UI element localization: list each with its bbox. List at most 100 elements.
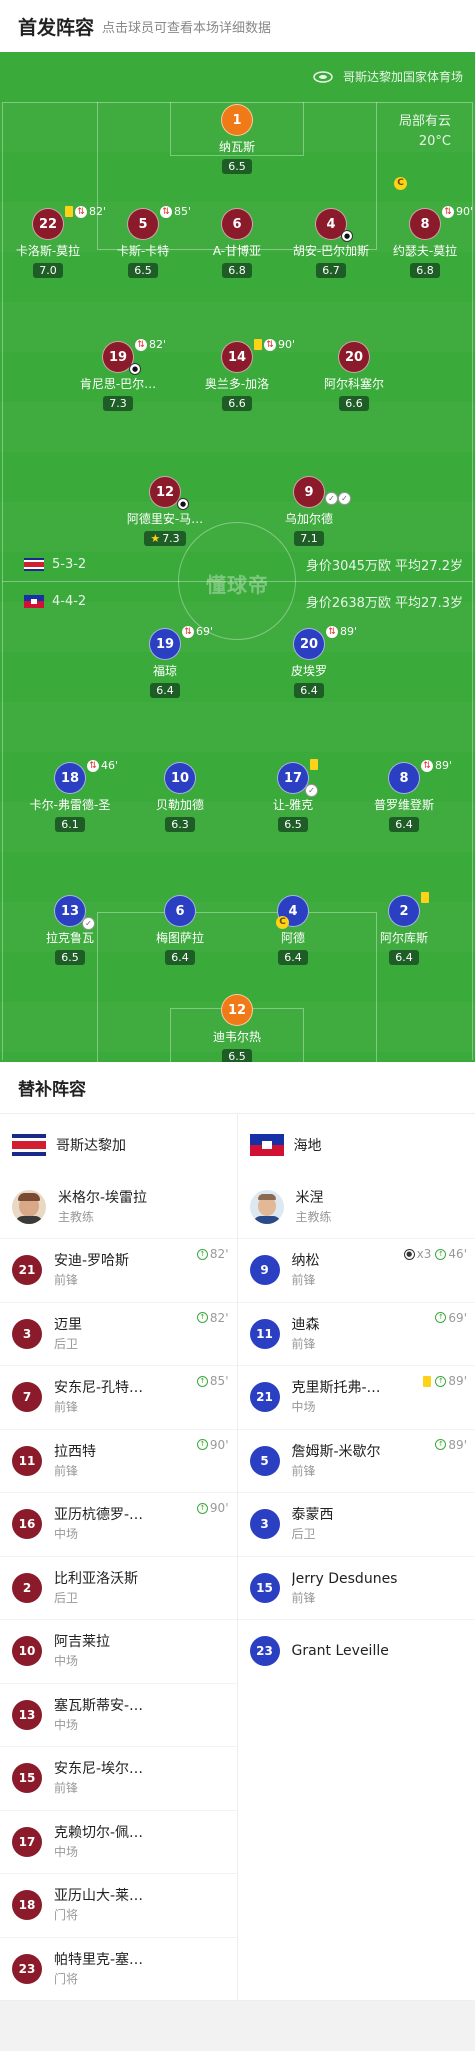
sub-player-row[interactable]: 13 塞瓦斯蒂安-… 中场 <box>0 1682 237 1747</box>
player-position: 前锋 <box>291 1273 316 1288</box>
coach-avatar <box>249 1190 284 1224</box>
haiti-flag-icon <box>249 1134 284 1156</box>
sub-in-icon: ↑ <box>435 1375 447 1387</box>
sub-player-row[interactable]: 7 安东尼-孔特… 前锋 ↑ 85' <box>0 1365 237 1429</box>
player-name: 安迪-罗哈斯 <box>54 1253 130 1270</box>
player-away-10[interactable]: 10 贝勒加德 6.3 <box>125 762 235 832</box>
player-position: 门将 <box>54 1908 79 1923</box>
player-rating: 6.5 <box>55 950 85 965</box>
sub-player-row[interactable]: 18 亚历山大-莱… 门将 <box>0 1873 237 1937</box>
sub-player-row[interactable]: 15 安东尼-埃尔… 前锋 <box>0 1746 237 1810</box>
coach-row[interactable]: 米涅 主教练 <box>238 1176 475 1238</box>
player-away-gk[interactable]: 12 迪韦尔热 6.5 <box>182 994 292 1062</box>
sub-player-row[interactable]: 3 迈里 后卫 ↑ 82' <box>0 1301 237 1366</box>
player-rating: ★ 7.3 <box>144 531 186 546</box>
sub-player-row[interactable]: 5 詹姆斯-米歇尔 前锋 ↑ 89' <box>237 1428 475 1493</box>
player-rating: 6.5 <box>222 1049 252 1062</box>
subs-title: 替补阵容 <box>0 1062 475 1114</box>
player-number: 2 <box>12 1572 42 1603</box>
coach-name: 米格尔-埃雷拉 <box>58 1190 148 1206</box>
substitution-icon: ⇅ <box>75 205 87 218</box>
sub-player-row[interactable]: 15 Jerry Desdunes 前锋 <box>237 1555 475 1620</box>
sub-event: ↑ 85' <box>196 1374 229 1388</box>
player-rating: 6.6 <box>339 396 369 411</box>
sub-player-row[interactable]: 11 拉西特 前锋 ↑ 90' <box>0 1428 237 1493</box>
substitution-icon: ⇅ <box>264 338 276 351</box>
player-number: 6 <box>221 208 253 240</box>
player-number: 11 <box>249 1318 280 1349</box>
sub-player-row[interactable]: 10 阿吉莱拉 中场 <box>0 1619 237 1683</box>
player-rating: 7.1 <box>294 531 324 546</box>
player-number: 9 <box>293 476 325 508</box>
player-name: 阿德 <box>280 931 305 945</box>
away-team-row: 4-4-2 身价2638万欧 平均27.3岁 <box>24 591 463 611</box>
player-name: 乌加尔德 <box>284 512 333 526</box>
player-number: 16 <box>12 1509 42 1540</box>
player-home-19[interactable]: 19 ⇅ 82' ● 肯尼思-巴尔… 7.3 <box>63 338 173 411</box>
star-icon: ★ <box>150 532 161 545</box>
yellow-card-icon <box>310 759 318 770</box>
player-away-4[interactable]: 4 C 阿德 6.4 <box>238 895 348 965</box>
player-name: 皮埃罗 <box>290 664 327 678</box>
sub-event: ↑ 89' <box>423 1374 467 1388</box>
player-events: ⇅ 69' <box>182 625 213 638</box>
player-events: ⇅ 90' <box>254 338 295 351</box>
player-away-2[interactable]: 2 阿尔库斯 6.4 <box>349 892 459 965</box>
player-position: 中场 <box>291 1400 316 1415</box>
player-number: 20 <box>293 628 325 660</box>
stadium-icon <box>313 70 333 83</box>
player-home-9[interactable]: 9 ✓ ✓ 乌加尔德 7.1 <box>254 476 364 546</box>
player-number: 10 <box>164 762 196 794</box>
substitution-icon: ⇅ <box>326 625 338 638</box>
player-away-8[interactable]: 8 ⇅ 89' 普罗维登斯 6.4 <box>349 759 459 832</box>
player-away-13[interactable]: 13 ✓ 拉克鲁瓦 6.5 <box>15 895 125 965</box>
player-away-19[interactable]: 19 ⇅ 69' 福琼 6.4 <box>110 625 220 698</box>
substitution-icon: ⇅ <box>135 338 147 351</box>
player-rating: 7.0 <box>33 263 63 278</box>
sub-player-row[interactable]: 3 泰蒙西 后卫 <box>237 1492 475 1556</box>
player-number: 6 <box>164 895 196 927</box>
player-name: 贝勒加德 <box>155 798 204 812</box>
yellow-card-icon <box>65 206 73 217</box>
sub-player-row[interactable]: 23 Grant Leveille <box>237 1619 475 1683</box>
sub-player-row[interactable]: 11 迪森 前锋 ↑ 69' <box>237 1301 475 1366</box>
player-home-12[interactable]: 12 ● 阿德里安-马… ★ 7.3 <box>110 476 220 546</box>
subs-panel: 哥斯达黎加 米格尔-埃雷拉 主教练 21 安迪-罗哈斯 前锋 ↑ 82' 3 迈里 后卫 ↑ 82… <box>0 1114 475 2001</box>
sub-player-row[interactable]: 2 比利亚洛沃斯 后卫 <box>0 1555 237 1620</box>
temperature: 20°C <box>418 134 451 149</box>
player-home-20[interactable]: 20 阿尔科塞尔 6.6 <box>299 341 409 411</box>
player-number: 13 <box>12 1699 42 1730</box>
assist-icon: ✓ <box>305 784 318 797</box>
haiti-flag-icon <box>24 594 44 608</box>
player-name: 拉克鲁瓦 <box>45 931 94 945</box>
coach-row[interactable]: 米格尔-埃雷拉 主教练 <box>0 1176 237 1238</box>
sub-player-row[interactable]: 9 纳松 前锋 ● x3 ↑ 46' <box>237 1238 475 1302</box>
player-home-gk[interactable]: 1 C 纳瓦斯 6.5 <box>182 104 407 190</box>
assist-icon: ✓ <box>82 917 95 930</box>
player-home-14[interactable]: 14 ⇅ 90' 奥兰多-加洛 6.6 <box>182 338 295 411</box>
player-events: ⇅ 46' <box>87 759 118 772</box>
sub-player-row[interactable]: 21 克里斯托弗-… 中场 ↑ 89' <box>237 1365 475 1429</box>
player-position: 中场 <box>54 1844 79 1859</box>
player-rating: 6.8 <box>410 263 440 278</box>
lineup-subtitle: 点击球员可查看本场详细数据 <box>102 20 272 36</box>
player-number: 21 <box>249 1382 280 1413</box>
player-away-6[interactable]: 6 梅图萨拉 6.4 <box>125 895 235 965</box>
costa-rica-flag-icon <box>12 1134 46 1156</box>
away-subs: 海地 米涅 主教练 9 纳松 前锋 ● x3 ↑ 46' 11 迪森 前锋 ↑ 69' 21 克里斯托弗-… <box>237 1114 475 2000</box>
player-away-18[interactable]: 18 ⇅ 46' 卡尔-弗雷德-圣 6.1 <box>15 759 125 832</box>
sub-player-row[interactable]: 17 克赖切尔-佩… 中场 <box>0 1809 237 1874</box>
player-home-8[interactable]: 8 ⇅ 90' 约瑟夫-莫拉 6.8 <box>370 205 475 278</box>
coach-avatar <box>12 1190 46 1224</box>
sub-player-row[interactable]: 16 亚历杭德罗-… 中场 ↑ 90' <box>0 1492 237 1556</box>
yellow-card-icon <box>423 1375 432 1387</box>
player-number: 15 <box>12 1763 42 1794</box>
sub-player-row[interactable]: 21 安迪-罗哈斯 前锋 ↑ 82' <box>0 1238 237 1302</box>
sub-player-row[interactable]: 23 帕特里克-塞… 门将 <box>0 1936 237 2001</box>
captain-icon: C <box>276 916 289 929</box>
player-away-17[interactable]: 17 ✓ 让-雅克 6.5 <box>238 759 348 832</box>
weather-text: 局部有云 <box>398 114 451 129</box>
player-name: 迪韦尔热 <box>212 1030 261 1044</box>
player-position: 中场 <box>54 1717 79 1732</box>
player-away-20[interactable]: 20 ⇅ 89' 皮埃罗 6.4 <box>254 625 364 698</box>
